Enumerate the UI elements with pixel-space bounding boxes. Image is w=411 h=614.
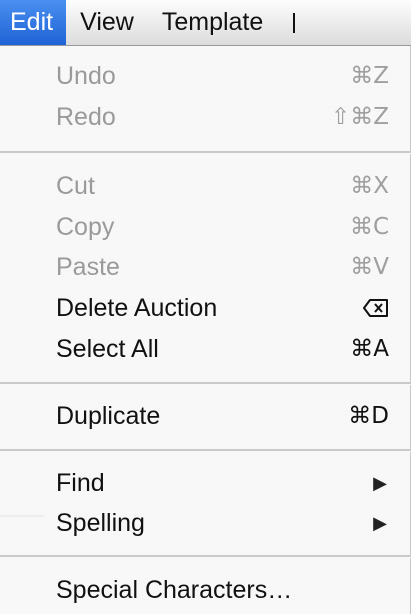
menu-item-spelling[interactable]: Spelling ▶ — [0, 505, 411, 541]
menu-item-shortcut: ⌘D — [348, 403, 389, 429]
menu-separator — [0, 382, 411, 385]
menu-item-label: Cut — [56, 171, 95, 200]
menu-item-label: Find — [56, 468, 105, 497]
menu-item-label: Special Characters… — [56, 575, 293, 604]
menu-item-paste[interactable]: Paste ⌘V — [0, 249, 411, 285]
menu-item-shortcut: ⇧⌘Z — [330, 104, 389, 130]
menubar-template[interactable]: Template — [148, 0, 277, 45]
menu-item-shortcut: ⌘Z — [350, 63, 389, 89]
menu-bar: Edit View Template — [0, 0, 411, 46]
menu-item-delete-auction[interactable]: Delete Auction — [0, 290, 411, 326]
menu-separator — [0, 449, 411, 452]
menu-item-label: Copy — [56, 212, 115, 241]
menu-item-shortcut: ⌘X — [350, 173, 389, 199]
menu-item-redo[interactable]: Redo ⇧⌘Z — [0, 99, 411, 135]
submenu-arrow-icon: ▶ — [373, 512, 387, 533]
menu-item-find[interactable]: Find ▶ — [0, 465, 411, 501]
menu-item-label: Paste — [56, 252, 120, 281]
menu-item-shortcut: ⌘C — [349, 214, 389, 240]
menubar-next-menu-cutoff — [293, 12, 296, 33]
menu-item-copy[interactable]: Copy ⌘C — [0, 209, 411, 245]
menu-item-special-characters[interactable]: Special Characters… — [0, 572, 411, 608]
menu-item-label: Spelling — [56, 508, 145, 537]
menu-item-undo[interactable]: Undo ⌘Z — [0, 58, 411, 94]
edit-menu: Undo ⌘Z Redo ⇧⌘Z Cut ⌘X Copy ⌘C Paste ⌘V… — [0, 46, 411, 614]
menu-item-cut[interactable]: Cut ⌘X — [0, 168, 411, 204]
delete-key-icon — [363, 299, 388, 317]
menu-item-duplicate[interactable]: Duplicate ⌘D — [0, 398, 411, 434]
menu-item-select-all[interactable]: Select All ⌘A — [0, 331, 411, 367]
menubar-edit[interactable]: Edit — [0, 0, 67, 45]
menu-item-label: Redo — [56, 102, 116, 131]
menu-item-shortcut: ⌘A — [350, 336, 389, 362]
menu-item-label: Select All — [56, 334, 159, 363]
menu-item-label: Duplicate — [56, 401, 161, 430]
menu-separator — [0, 555, 411, 558]
submenu-arrow-icon: ▶ — [373, 472, 387, 493]
menu-separator — [0, 151, 411, 154]
menu-item-label: Delete Auction — [56, 293, 218, 322]
menubar-view[interactable]: View — [66, 0, 148, 45]
menu-item-label: Undo — [56, 61, 116, 90]
menubar-next-menu[interactable] — [277, 0, 296, 45]
menu-item-shortcut: ⌘V — [350, 254, 389, 280]
